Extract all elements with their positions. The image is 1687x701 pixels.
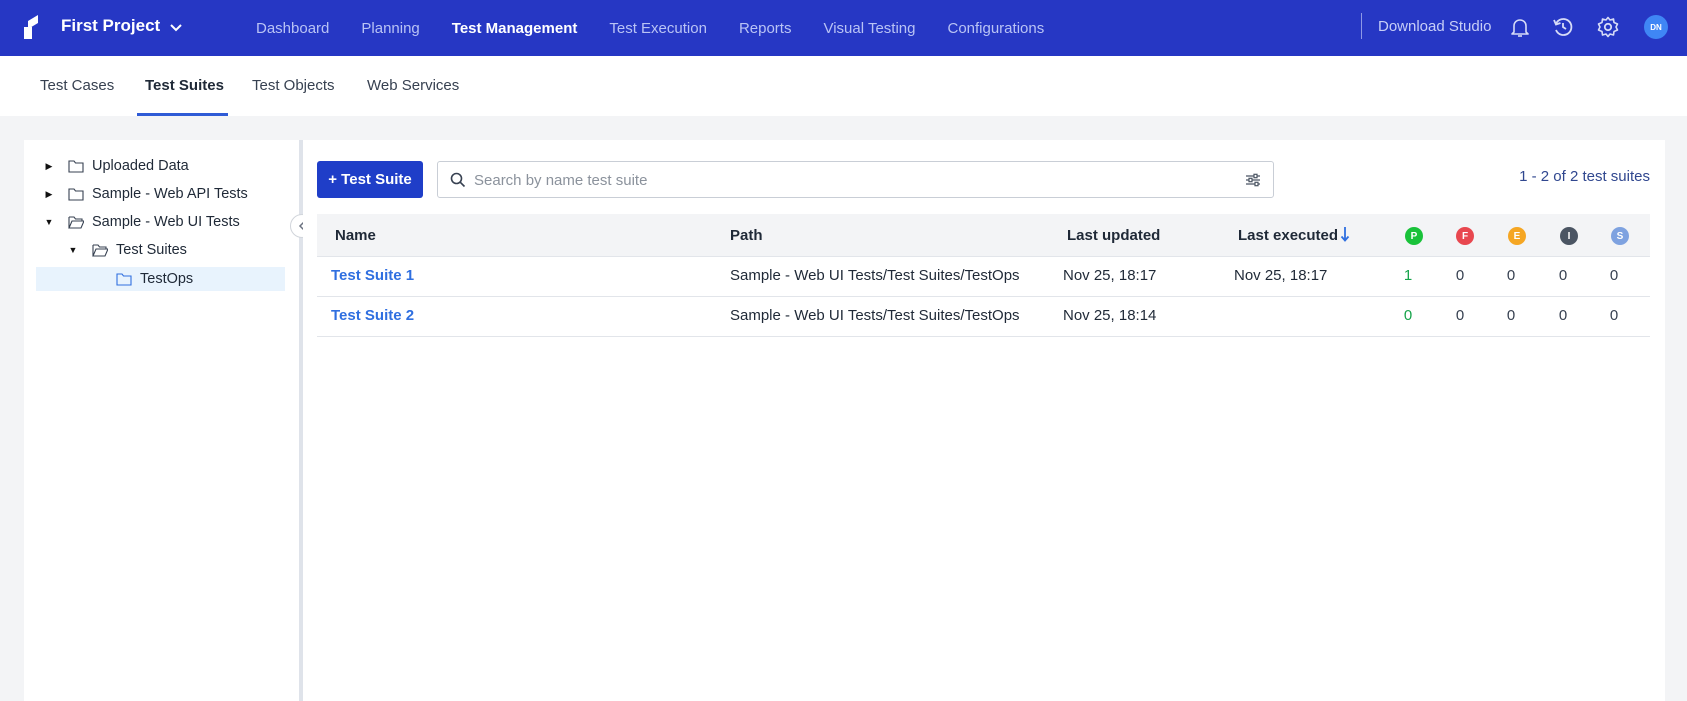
tab-test-objects[interactable]: Test Objects xyxy=(252,77,335,94)
tree-item-label: TestOps xyxy=(140,271,194,287)
table-header: Name Path Last updated Last executed P F… xyxy=(317,214,1650,257)
nav-configurations[interactable]: Configurations xyxy=(947,20,1044,37)
katalon-logo-icon[interactable] xyxy=(22,15,44,39)
column-header-path[interactable]: Path xyxy=(730,227,763,244)
search-icon xyxy=(450,172,466,188)
passed-count: 1 xyxy=(1403,267,1413,284)
table-row[interactable]: Test Suite 2 Sample - Web UI Tests/Test … xyxy=(317,297,1650,337)
last-updated-value: Nov 25, 18:14 xyxy=(1063,307,1157,324)
add-test-suite-button[interactable]: + Test Suite xyxy=(317,161,423,198)
nav-reports[interactable]: Reports xyxy=(739,20,792,37)
active-tab-indicator xyxy=(137,113,228,116)
search-input[interactable] xyxy=(474,168,1234,192)
status-failed-badge: F xyxy=(1456,227,1474,245)
skipped-count: 0 xyxy=(1609,267,1619,284)
folder-open-icon xyxy=(92,244,108,257)
top-bar: First Project Dashboard Planning Test Ma… xyxy=(0,0,1687,56)
folder-icon xyxy=(116,273,132,286)
tree-item-sample-web-ui-tests[interactable]: ▼ Sample - Web UI Tests xyxy=(44,210,240,234)
filter-icon[interactable] xyxy=(1245,172,1261,188)
sort-descending-icon[interactable] xyxy=(1340,225,1350,243)
test-suite-name-link[interactable]: Test Suite 2 xyxy=(331,307,414,324)
incomplete-count: 0 xyxy=(1558,267,1568,284)
caret-right-icon[interactable]: ▶ xyxy=(44,161,54,172)
test-suite-path: Sample - Web UI Tests/Test Suites/TestOp… xyxy=(730,307,1020,324)
caret-down-icon[interactable]: ▼ xyxy=(44,217,54,227)
tab-web-services[interactable]: Web Services xyxy=(367,77,459,94)
failed-count: 0 xyxy=(1455,267,1465,284)
passed-count: 0 xyxy=(1403,307,1413,324)
nav-test-execution[interactable]: Test Execution xyxy=(609,20,707,37)
nav-test-management[interactable]: Test Management xyxy=(452,20,578,37)
search-box xyxy=(437,161,1274,198)
status-skipped-badge: S xyxy=(1611,227,1629,245)
tree-item-uploaded-data[interactable]: ▶ Uploaded Data xyxy=(44,154,189,178)
failed-count: 0 xyxy=(1455,307,1465,324)
last-executed-value: Nov 25, 18:17 xyxy=(1234,267,1328,284)
tree-item-test-suites[interactable]: ▼ Test Suites xyxy=(68,238,187,262)
caret-right-icon[interactable]: ▶ xyxy=(44,189,54,200)
tree-item-label: Uploaded Data xyxy=(92,158,189,174)
error-count: 0 xyxy=(1506,307,1516,324)
gear-icon[interactable] xyxy=(1596,15,1620,39)
nav-planning[interactable]: Planning xyxy=(361,20,419,37)
test-suite-name-link[interactable]: Test Suite 1 xyxy=(331,267,414,284)
chevron-down-icon[interactable] xyxy=(168,19,184,35)
tree-item-label: Test Suites xyxy=(116,242,187,258)
column-header-name[interactable]: Name xyxy=(335,227,376,244)
column-header-last-executed[interactable]: Last executed xyxy=(1238,227,1338,244)
error-count: 0 xyxy=(1506,267,1516,284)
folder-open-icon xyxy=(68,216,84,229)
tree-item-sample-web-api-tests[interactable]: ▶ Sample - Web API Tests xyxy=(44,182,248,206)
skipped-count: 0 xyxy=(1609,307,1619,324)
tree-item-label: Sample - Web UI Tests xyxy=(92,214,240,230)
header-divider xyxy=(1361,13,1362,39)
tree-item-label: Sample - Web API Tests xyxy=(92,186,248,202)
download-studio-link[interactable]: Download Studio xyxy=(1378,18,1491,35)
main-nav: Dashboard Planning Test Management Test … xyxy=(256,0,1076,56)
status-passed-badge: P xyxy=(1405,227,1423,245)
table-row[interactable]: Test Suite 1 Sample - Web UI Tests/Test … xyxy=(317,257,1650,297)
last-updated-value: Nov 25, 18:17 xyxy=(1063,267,1157,284)
status-error-badge: E xyxy=(1508,227,1526,245)
nav-dashboard[interactable]: Dashboard xyxy=(256,20,329,37)
column-header-last-updated[interactable]: Last updated xyxy=(1067,227,1160,244)
project-name[interactable]: First Project xyxy=(61,16,160,36)
nav-visual-testing[interactable]: Visual Testing xyxy=(823,20,915,37)
tab-test-cases[interactable]: Test Cases xyxy=(40,77,114,94)
incomplete-count: 0 xyxy=(1558,307,1568,324)
history-icon[interactable] xyxy=(1551,15,1575,39)
result-count: 1 - 2 of 2 test suites xyxy=(1519,168,1650,185)
avatar[interactable]: DN xyxy=(1644,15,1668,39)
folder-icon xyxy=(68,160,84,173)
tab-test-suites[interactable]: Test Suites xyxy=(145,77,224,94)
caret-down-icon[interactable]: ▼ xyxy=(68,245,78,255)
tree-item-testops[interactable]: TestOps xyxy=(116,267,193,291)
bell-icon[interactable] xyxy=(1508,15,1532,39)
status-incomplete-badge: I xyxy=(1560,227,1578,245)
sub-nav: Test Cases Test Suites Test Objects Web … xyxy=(0,56,1687,116)
folder-icon xyxy=(68,188,84,201)
test-suite-path: Sample - Web UI Tests/Test Suites/TestOp… xyxy=(730,267,1020,284)
